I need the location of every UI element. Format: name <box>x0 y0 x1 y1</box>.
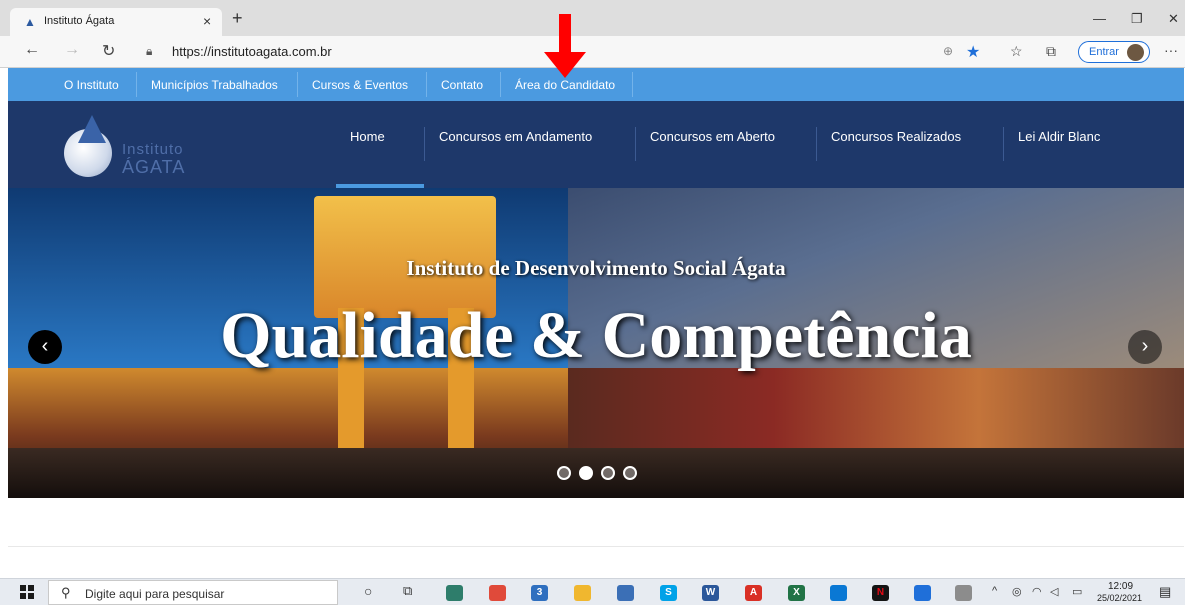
hero-ground <box>8 448 1184 498</box>
taskbar-clock-time[interactable]: 12:09 <box>1108 581 1133 592</box>
file-explorer-icon[interactable] <box>574 585 591 601</box>
top-nav-divider <box>500 72 501 97</box>
logo-text-line1: Instituto <box>122 141 184 158</box>
slider-dot[interactable] <box>601 466 615 480</box>
wifi-icon[interactable]: ◠ <box>1032 585 1042 598</box>
back-icon[interactable]: ← <box>24 41 40 59</box>
mail-icon[interactable]: 3 <box>531 585 548 601</box>
forward-icon[interactable]: → <box>64 41 80 59</box>
zoom-icon[interactable]: ⊕ <box>943 44 953 58</box>
main-nav-lei-aldir-blanc[interactable]: Lei Aldir Blanc <box>1018 129 1100 144</box>
taskbar-search-placeholder: Digite aqui para pesquisar <box>85 587 225 601</box>
browser-tab-bar: ▲ Instituto Ágata × + — ❐ ✕ <box>0 0 1185 36</box>
sign-in-label: Entrar <box>1089 46 1119 58</box>
hero-subtitle: Instituto de Desenvolvimento Social Ágat… <box>406 256 786 280</box>
windows-taskbar: ⚲ Digite aqui para pesquisar ○ ⧉ 3 S W A… <box>0 578 1185 605</box>
battery-icon[interactable]: ▭ <box>1072 585 1082 598</box>
top-nav-area-candidato[interactable]: Área do Candidato <box>515 78 615 92</box>
refresh-icon[interactable]: ↻ <box>102 41 115 61</box>
top-nav-cursos-eventos[interactable]: Cursos & Eventos <box>312 78 408 92</box>
lock-icon[interactable]: 🔒︎ <box>146 44 152 59</box>
site-logo[interactable]: Instituto ÁGATA <box>60 115 210 177</box>
more-icon[interactable]: ··· <box>1164 42 1178 58</box>
main-nav-divider <box>635 127 636 161</box>
top-nav-divider <box>297 72 298 97</box>
app-icon-1[interactable] <box>446 585 463 601</box>
windows-start-icon[interactable] <box>20 585 34 599</box>
volume-icon[interactable]: ◁ <box>1050 585 1058 598</box>
onedrive-icon[interactable] <box>830 585 847 601</box>
tray-app-icon[interactable]: ◎ <box>1012 585 1022 598</box>
slider-prev-button[interactable]: ‹ <box>28 330 62 364</box>
main-nav-concursos-aberto[interactable]: Concursos em Aberto <box>650 129 775 144</box>
url-text[interactable]: https://institutoagata.com.br <box>172 44 332 59</box>
main-nav-divider <box>424 127 425 161</box>
hero-title: Qualidade & Competência <box>220 299 972 372</box>
main-nav-concursos-realizados[interactable]: Concursos Realizados <box>831 129 961 144</box>
collections-icon[interactable]: ⧉ <box>1046 43 1056 60</box>
top-nav-divider <box>426 72 427 97</box>
mail-badge: 3 <box>536 587 543 598</box>
logo-text-line2: ÁGATA <box>122 157 186 177</box>
annotation-arrow-icon <box>544 52 586 78</box>
top-nav-o-instituto[interactable]: O Instituto <box>64 78 119 92</box>
slider-dot[interactable] <box>623 466 637 480</box>
logo-peak-icon <box>78 115 106 143</box>
top-nav-municipios[interactable]: Municípios Trabalhados <box>151 78 278 92</box>
tray-chevron-icon[interactable]: ^ <box>992 585 997 597</box>
close-window-button[interactable]: ✕ <box>1168 11 1179 27</box>
main-nav-concursos-andamento[interactable]: Concursos em Andamento <box>439 129 592 144</box>
tab-close-icon[interactable]: × <box>203 13 211 29</box>
calculator-icon[interactable] <box>617 585 634 601</box>
cortana-icon[interactable]: ○ <box>364 583 372 599</box>
content-divider <box>8 546 1184 547</box>
annotation-arrow-shaft <box>559 14 571 54</box>
slider-dot[interactable] <box>557 466 571 480</box>
edge-icon[interactable] <box>914 585 931 601</box>
chrome-icon[interactable] <box>489 585 506 601</box>
slider-next-button[interactable]: › <box>1128 330 1162 364</box>
top-nav-contato[interactable]: Contato <box>441 78 483 92</box>
excel-icon[interactable]: X <box>788 585 805 601</box>
hero-slider: Instituto de Desenvolvimento Social Ágat… <box>8 188 1184 498</box>
skype-icon[interactable]: S <box>660 585 677 601</box>
site-favicon-icon: ▲ <box>24 15 36 29</box>
top-nav-divider <box>632 72 633 97</box>
word-icon[interactable]: W <box>702 585 719 601</box>
profile-sign-in-button[interactable]: Entrar <box>1078 41 1150 63</box>
main-nav: Instituto ÁGATA Home Concursos em Andame… <box>8 101 1184 188</box>
main-nav-home[interactable]: Home <box>350 129 385 144</box>
top-nav-divider <box>136 72 137 97</box>
main-nav-divider <box>1003 127 1004 161</box>
new-tab-button[interactable]: + <box>232 9 243 27</box>
minimize-button[interactable]: — <box>1093 11 1106 26</box>
tab-title: Instituto Ágata <box>44 15 115 27</box>
netflix-icon[interactable]: N <box>872 585 889 601</box>
taskbar-clock-date[interactable]: 25/02/2021 <box>1097 593 1142 603</box>
top-nav: O Instituto Municípios Trabalhados Curso… <box>8 68 1184 101</box>
acrobat-icon[interactable]: A <box>745 585 762 601</box>
main-nav-divider <box>816 127 817 161</box>
browser-tab[interactable]: ▲ Instituto Ágata × <box>10 8 222 36</box>
task-view-icon[interactable]: ⧉ <box>403 583 412 599</box>
favorites-list-icon[interactable]: ☆ <box>1010 43 1023 60</box>
avatar <box>1127 44 1144 61</box>
slider-dot-active[interactable] <box>579 466 593 480</box>
taskbar-search-box[interactable]: ⚲ Digite aqui para pesquisar <box>48 580 338 605</box>
restore-button[interactable]: ❐ <box>1131 11 1143 27</box>
browser-toolbar: ← → ↻ 🔒︎ https://institutoagata.com.br ⊕… <box>0 36 1185 68</box>
notifications-icon[interactable]: ▤ <box>1159 584 1171 600</box>
search-icon: ⚲ <box>61 585 71 600</box>
favorite-star-icon[interactable]: ★ <box>966 42 980 62</box>
paint-icon[interactable] <box>955 585 972 601</box>
